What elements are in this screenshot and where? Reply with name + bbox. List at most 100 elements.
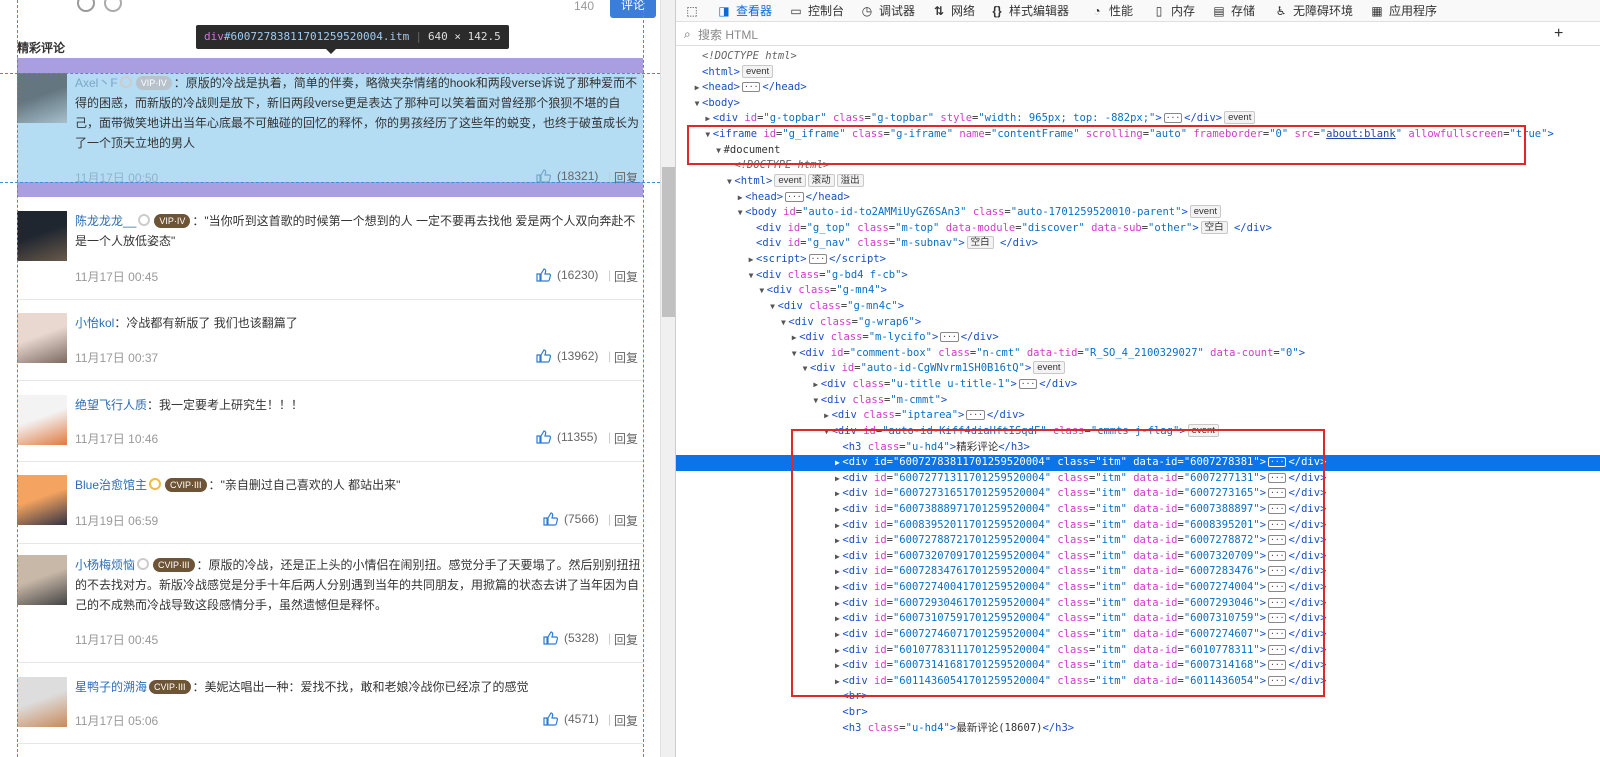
markup-node[interactable]: ▶ <head> ··· </head> xyxy=(676,80,1600,96)
like-button[interactable]: (4571) xyxy=(543,712,599,726)
devtools-tab-accessibility[interactable]: ♿ 无障碍环境 xyxy=(1273,0,1353,22)
expand-arrow-icon[interactable]: ▶ xyxy=(822,408,832,424)
page-scrollbar[interactable] xyxy=(660,0,675,757)
emoji-icon[interactable] xyxy=(77,0,95,12)
markup-node[interactable]: <div id="g_top" class="m-top" data-modul… xyxy=(676,220,1600,237)
comment-username[interactable]: 星鸭子的溯海 xyxy=(75,680,147,694)
like-button[interactable]: (5328) xyxy=(543,631,599,645)
like-button[interactable]: (11355) xyxy=(536,430,597,444)
devtools-tab-performance[interactable]: ◔ 性能 xyxy=(1089,0,1133,22)
reply-button[interactable]: 回复 xyxy=(614,631,638,648)
scrollbar-thumb[interactable] xyxy=(662,167,675,317)
devtools-tab-console[interactable]: ▭ 控制台 xyxy=(788,0,844,22)
divider: | xyxy=(608,430,612,444)
reply-button[interactable]: 回复 xyxy=(614,268,638,285)
markup-node[interactable]: ▼ <div id="auto-id-CgWNvrm1SH0B16tQ"> even… xyxy=(676,361,1600,377)
markup-node[interactable]: ▶ <div class="iptarea"> ··· </div> xyxy=(676,408,1600,424)
reply-button[interactable]: 回复 xyxy=(614,512,638,529)
avatar[interactable] xyxy=(17,73,67,123)
collapse-arrow-icon[interactable]: ▼ xyxy=(811,393,821,409)
collapse-arrow-icon[interactable]: ▼ xyxy=(735,205,745,221)
markup-node-text: <html> event xyxy=(702,64,774,78)
avatar[interactable] xyxy=(17,677,67,727)
devtools-tab-network[interactable]: ⇅ 网络 xyxy=(931,0,975,22)
like-button[interactable]: (18321) xyxy=(536,169,598,183)
at-icon[interactable] xyxy=(104,0,122,12)
comment-username[interactable]: 小怡kol xyxy=(75,316,114,330)
markup-node[interactable]: <h3 class="u-hd4">最新评论(18607)</h3> xyxy=(676,721,1600,737)
expand-arrow-icon[interactable]: ▶ xyxy=(692,80,702,96)
guide-bottom xyxy=(0,182,660,183)
avatar[interactable] xyxy=(17,475,67,525)
comment-time: 11月19日 06:59 xyxy=(75,514,159,528)
comment-username[interactable]: 小杨梅烦恼 xyxy=(75,558,135,572)
devtools-tab-application[interactable]: ▦ 应用程序 xyxy=(1369,0,1437,22)
submit-comment-button[interactable]: 评论 xyxy=(610,0,656,18)
collapse-arrow-icon[interactable]: ▼ xyxy=(778,315,788,331)
devtools-tab-debugger[interactable]: ◷ 调试器 xyxy=(859,0,915,22)
add-node-icon[interactable]: + xyxy=(1554,25,1563,43)
like-button[interactable]: (16230) xyxy=(536,268,598,282)
performance-icon: ◔ xyxy=(1093,4,1101,18)
comment-text: Blue治愈馆主 CVIP·III ："亲自删过自己喜欢的人 都站出来" xyxy=(75,478,401,492)
level-ring-icon xyxy=(137,558,150,570)
collapse-arrow-icon[interactable]: ▼ xyxy=(724,174,734,190)
avatar[interactable] xyxy=(17,395,67,445)
markup-node[interactable]: ▼ <div class="g-mn4"> xyxy=(676,283,1600,299)
expand-arrow-icon[interactable]: ▶ xyxy=(735,190,745,206)
markup-node[interactable]: ▼ <div id="comment-box" class="n-cmt" dat… xyxy=(676,346,1600,362)
expand-arrow-icon[interactable]: ▶ xyxy=(746,252,756,268)
like-button[interactable]: (13962) xyxy=(536,349,598,363)
reply-button[interactable]: 回复 xyxy=(614,169,638,186)
avatar[interactable] xyxy=(17,313,67,363)
markup-node-text: <div id="g-topbar" class="g-topbar" styl… xyxy=(713,111,1256,125)
html-search-input[interactable] xyxy=(698,26,1498,43)
collapse-arrow-icon[interactable]: ▼ xyxy=(757,283,767,299)
markup-node[interactable]: ▼ <div class="g-wrap6"> xyxy=(676,315,1600,331)
thumbs-up-icon xyxy=(536,349,551,363)
avatar[interactable] xyxy=(17,211,67,261)
collapse-arrow-icon[interactable]: ▼ xyxy=(789,346,799,362)
markup-node-text: <div class="m-cmmt"> xyxy=(820,393,948,406)
collapse-arrow-icon[interactable]: ▼ xyxy=(800,361,810,377)
devtools-tab-label: 网络 xyxy=(951,4,976,18)
thumbs-up-icon xyxy=(543,631,558,645)
style-editor-icon: {} xyxy=(992,4,1002,18)
avatar[interactable] xyxy=(17,555,67,605)
comment-username[interactable]: 绝望飞行人质 xyxy=(75,398,147,412)
collapse-arrow-icon[interactable]: ▼ xyxy=(746,268,756,284)
markup-node[interactable]: <br> xyxy=(676,705,1600,721)
markup-node-text: <div class="g-wrap6"> xyxy=(788,315,922,328)
like-button[interactable]: (7566) xyxy=(543,512,599,526)
reply-button[interactable]: 回复 xyxy=(614,430,638,447)
markup-node[interactable]: <div id="g_nav" class="m-subnav"> 空白 </di… xyxy=(676,236,1600,252)
markup-node[interactable]: ▼ <body id="auto-id-to2AMMiUyGZ6SAn3" cla… xyxy=(676,205,1600,221)
markup-node[interactable]: ▶ <head> ··· </head> xyxy=(676,190,1600,206)
comment-username[interactable]: Axel丶F xyxy=(75,76,118,90)
collapse-arrow-icon[interactable]: ▼ xyxy=(692,96,702,112)
devtools-tab-picker[interactable]: ⬚ xyxy=(684,0,704,22)
devtools-tab-style-editor[interactable]: {} 样式编辑器 xyxy=(989,0,1069,22)
comment-username[interactable]: 陈龙龙龙__ xyxy=(75,214,136,228)
markup-node[interactable]: ▼ <div class="m-cmmt"> xyxy=(676,393,1600,409)
devtools-tab-storage[interactable]: ▤ 存储 xyxy=(1211,0,1255,22)
devtools-tab-memory[interactable]: ▯ 内存 xyxy=(1151,0,1195,22)
expand-arrow-icon[interactable]: ▶ xyxy=(811,377,821,393)
reply-button[interactable]: 回复 xyxy=(614,712,638,729)
collapse-arrow-icon[interactable]: ▼ xyxy=(768,299,778,315)
expand-arrow-icon[interactable]: ▶ xyxy=(789,330,799,346)
markup-node[interactable]: <!DOCTYPE html> xyxy=(676,49,1600,65)
markup-node[interactable]: ▼ <div class="g-mn4c"> xyxy=(676,299,1600,315)
markup-node[interactable]: ▶ <script> ··· </script> xyxy=(676,252,1600,268)
markup-node[interactable]: ▼ <html> event 滚动 溢出 xyxy=(676,173,1600,190)
devtools-tab-inspector[interactable]: ◨ 查看器 xyxy=(716,0,772,22)
comment-separator xyxy=(17,662,643,663)
markup-node[interactable]: ▶ <div class="u-title u-title-1"> ··· </div… xyxy=(676,377,1600,393)
markup-node[interactable]: ▼ <div class="g-bd4 f-cb"> xyxy=(676,268,1600,284)
storage-icon: ▤ xyxy=(1213,4,1225,18)
markup-node[interactable]: ▼ <body> xyxy=(676,96,1600,112)
markup-node[interactable]: <html> event xyxy=(676,64,1600,81)
comment-username[interactable]: Blue治愈馆主 xyxy=(75,478,147,492)
reply-button[interactable]: 回复 xyxy=(614,349,638,366)
markup-node[interactable]: ▶ <div class="m-lycifo"> ··· </div> xyxy=(676,330,1600,346)
